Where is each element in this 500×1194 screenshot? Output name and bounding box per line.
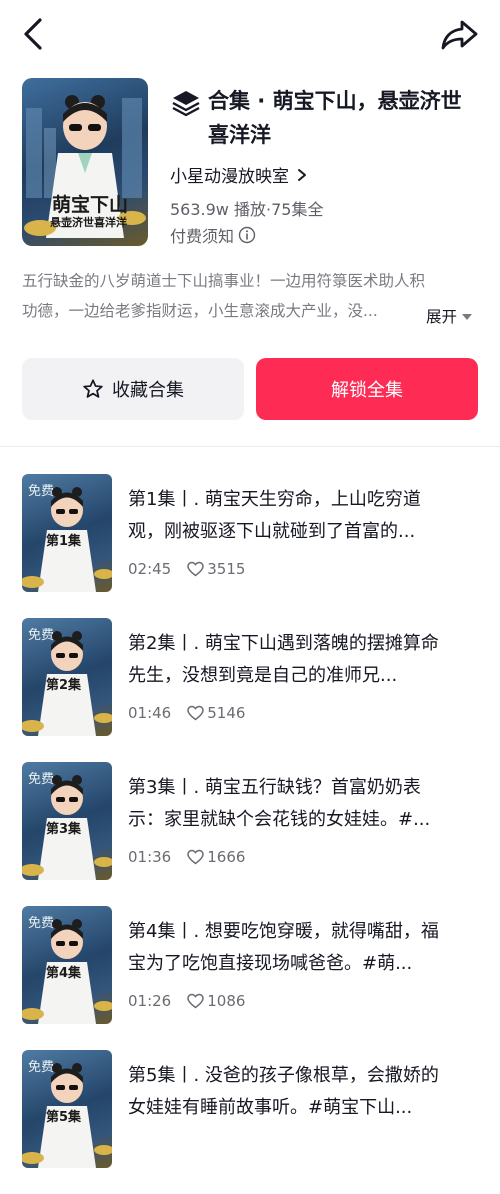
stats-row: 563.9w 播放 · 75集全: [170, 196, 323, 220]
collection-description: 五行缺金的八岁萌道士下山搞事业！一边用符箓医术助人积 功德，一边给老爹指财运，小…: [22, 266, 478, 332]
collection-header: 萌宝下山 悬壶济世喜洋洋 合集 · 萌宝下山，悬壶济世喜洋洋 小星动漫放映室 5…: [22, 78, 478, 248]
episode-item[interactable]: 免费 第2集 第2集丨. 萌宝下山遇到落魄的摆摊算命先生，没想到竟是自己的准师兄…: [0, 618, 500, 736]
episode-thumbnail: 免费 第5集: [22, 1050, 112, 1168]
title-row: 合集 · 萌宝下山，悬壶济世喜洋洋: [170, 84, 480, 152]
free-badge: 免费: [28, 772, 55, 787]
collection-cover[interactable]: 萌宝下山 悬壶济世喜洋洋: [22, 78, 148, 246]
free-badge: 免费: [28, 628, 55, 643]
episode-thumbnail: 免费 第3集: [22, 762, 112, 880]
episode-item[interactable]: 免费 第5集 第5集丨. 没爸的孩子像根草，会撒娇的女娃娃有睡前故事听。#萌宝下…: [0, 1050, 500, 1168]
free-badge: 免费: [28, 484, 55, 499]
expand-label: 展开: [425, 308, 457, 326]
episode-list: 免费 第1集 第1集丨. 萌宝天生穷命，上山吃穷道观，刚被驱逐下山就碰到了首富的…: [0, 474, 500, 1194]
episode-item[interactable]: 免费 第4集 第4集丨. 想要吃饱穿暖，就得嘴甜，福宝为了吃饱直接现场喊爸爸。#…: [0, 906, 500, 1024]
episode-likes: 1086: [207, 992, 246, 1010]
episode-thumbnail: 免费 第1集: [22, 474, 112, 592]
heart-icon: [187, 993, 204, 1009]
description-line-2: 功德，一边给老爹指财运，小生意滚成大产业，没...: [22, 302, 378, 320]
unlock-label: 解锁全集: [331, 380, 403, 401]
info-icon: [238, 226, 256, 244]
episode-likes: 1666: [207, 848, 246, 866]
author-link[interactable]: 小星动漫放映室: [170, 162, 309, 187]
episode-thumbnail: 免费 第2集: [22, 618, 112, 736]
thumbnail-episode-label: 第1集: [46, 534, 82, 549]
episode-title: 第5集丨. 没爸的孩子像根草，会撒娇的女娃娃有睡前故事听。#萌宝下山...: [128, 1065, 439, 1118]
section-divider: [0, 446, 500, 447]
heart-icon: [187, 561, 204, 577]
author-name: 小星动漫放映室: [170, 167, 289, 187]
collect-collection-button[interactable]: 收藏合集: [22, 358, 244, 420]
episode-likes: 3515: [207, 560, 246, 578]
share-button[interactable]: [440, 16, 480, 52]
chevron-right-icon: [298, 168, 306, 181]
payment-notice-label: 付费须知: [170, 227, 235, 246]
caret-down-icon: [462, 314, 472, 320]
heart-icon: [187, 849, 204, 865]
expand-button[interactable]: 展开: [419, 302, 474, 332]
share-arrow-icon: [441, 20, 478, 50]
episode-meta: 01:36 1666: [128, 848, 245, 866]
episode-duration: 01:36: [128, 848, 172, 866]
stack-layers-icon: [172, 91, 200, 117]
cover-title: 萌宝下山: [52, 194, 129, 216]
episode-meta: 01:46 5146: [128, 704, 245, 722]
episode-count: 75集全: [271, 200, 324, 219]
episode-item[interactable]: 免费 第1集 第1集丨. 萌宝天生穷命，上山吃穷道观，刚被驱逐下山就碰到了首富的…: [0, 474, 500, 592]
unlock-all-button[interactable]: 解锁全集: [256, 358, 478, 420]
free-badge: 免费: [28, 1060, 55, 1075]
collection-title: 合集 · 萌宝下山，悬壶济世喜洋洋: [208, 89, 462, 147]
star-icon: [83, 379, 103, 398]
top-bar: [0, 0, 500, 72]
thumbnail-episode-label: 第5集: [46, 1110, 82, 1125]
free-badge: 免费: [28, 916, 55, 931]
back-arrow-icon: [24, 18, 42, 50]
thumbnail-episode-label: 第2集: [46, 678, 82, 693]
episode-title: 第1集丨. 萌宝天生穷命，上山吃穷道观，刚被驱逐下山就碰到了首富的...: [128, 489, 421, 542]
episode-title: 第4集丨. 想要吃饱穿暖，就得嘴甜，福宝为了吃饱直接现场喊爸爸。#萌...: [128, 921, 439, 974]
play-count: 563.9w 播放: [170, 200, 266, 219]
thumbnail-episode-label: 第4集: [46, 966, 82, 981]
episode-duration: 02:45: [128, 560, 172, 578]
episode-duration: 01:46: [128, 704, 172, 722]
description-line-1: 五行缺金的八岁萌道士下山搞事业！一边用符箓医术助人积: [22, 272, 426, 290]
episode-likes: 5146: [207, 704, 246, 722]
heart-icon: [187, 705, 204, 721]
episode-item[interactable]: 免费 第3集 第3集丨. 萌宝五行缺钱？首富奶奶表示：家里就缺个会花钱的女娃娃。…: [0, 762, 500, 880]
thumbnail-episode-label: 第3集: [46, 822, 82, 837]
episode-meta: 01:26 1086: [128, 992, 245, 1010]
action-buttons: 收藏合集 解锁全集: [22, 358, 478, 420]
collect-label: 收藏合集: [112, 380, 184, 401]
episode-thumbnail: 免费 第4集: [22, 906, 112, 1024]
back-button[interactable]: [18, 16, 50, 52]
episode-title: 第2集丨. 萌宝下山遇到落魄的摆摊算命先生，没想到竟是自己的准师兄...: [128, 633, 439, 686]
episode-meta: 02:45 3515: [128, 560, 245, 578]
episode-title: 第3集丨. 萌宝五行缺钱？首富奶奶表示：家里就缺个会花钱的女娃娃。#...: [128, 777, 431, 830]
episode-duration: 01:26: [128, 992, 172, 1010]
cover-subtitle: 悬壶济世喜洋洋: [50, 216, 127, 229]
payment-notice-link[interactable]: 付费须知: [170, 223, 256, 247]
